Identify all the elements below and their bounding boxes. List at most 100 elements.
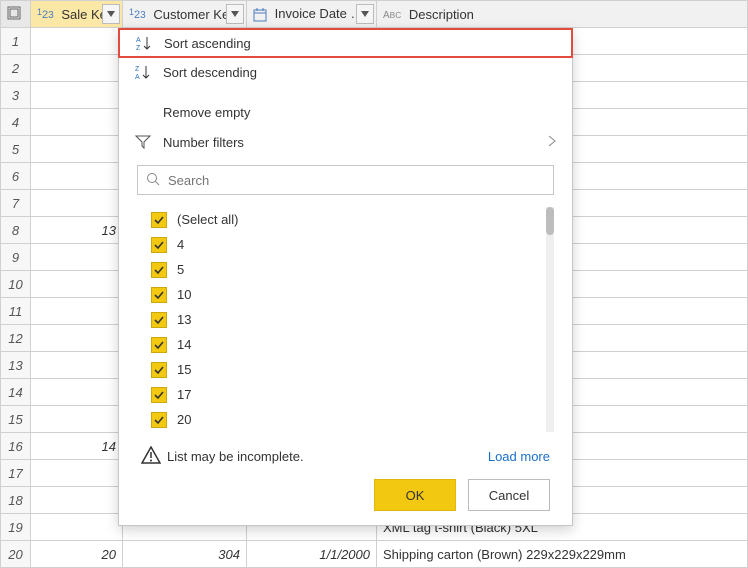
row-number: 18 — [1, 487, 31, 514]
cell-sale-key — [31, 244, 123, 271]
cell-sale-key: 20 — [31, 541, 123, 568]
filter-value-item[interactable]: 14 — [137, 332, 544, 357]
button-label: Cancel — [489, 488, 529, 503]
row-number: 17 — [1, 460, 31, 487]
svg-text:A: A — [136, 37, 141, 44]
select-all-corner[interactable] — [1, 1, 31, 28]
search-input[interactable] — [166, 172, 545, 189]
checkbox-checked[interactable] — [151, 287, 167, 303]
cell-sale-key — [31, 109, 123, 136]
ok-button[interactable]: OK — [374, 479, 456, 511]
column-header-customer-key[interactable]: 123 Customer Key — [123, 1, 247, 28]
row-number: 1 — [1, 28, 31, 55]
cell-sale-key — [31, 163, 123, 190]
column-label: Description — [409, 7, 474, 22]
chevron-right-icon — [548, 135, 556, 150]
filter-value-label: 15 — [177, 362, 191, 377]
column-filter-dropdown[interactable] — [226, 4, 244, 24]
cell-sale-key — [31, 325, 123, 352]
row-number: 13 — [1, 352, 31, 379]
row-number: 14 — [1, 379, 31, 406]
column-header-description[interactable]: ABC Description — [377, 1, 748, 28]
svg-text:Z: Z — [136, 45, 141, 51]
row-number: 6 — [1, 163, 31, 190]
column-filter-dropdown[interactable] — [102, 4, 120, 24]
filter-value-label: 4 — [177, 237, 184, 252]
remove-empty[interactable]: Remove empty — [119, 97, 572, 127]
cell-sale-key — [31, 271, 123, 298]
filter-value-label: (Select all) — [177, 212, 238, 227]
row-number: 9 — [1, 244, 31, 271]
search-icon — [146, 172, 160, 189]
scrollbar-thumb[interactable] — [546, 207, 554, 235]
filter-value-label: 5 — [177, 262, 184, 277]
cell-sale-key — [31, 406, 123, 433]
column-header-sale-key[interactable]: 123 Sale Key — [31, 1, 123, 28]
cell-sale-key — [31, 460, 123, 487]
filter-value-label: 10 — [177, 287, 191, 302]
menu-label: Number filters — [163, 135, 244, 150]
load-more-link[interactable]: Load more — [488, 449, 550, 464]
sort-desc-icon: ZA — [135, 64, 163, 80]
row-number: 2 — [1, 55, 31, 82]
filter-value-label: 17 — [177, 387, 191, 402]
cell-sale-key — [31, 28, 123, 55]
checkbox-checked[interactable] — [151, 312, 167, 328]
svg-text:Z: Z — [135, 66, 140, 73]
cell-invoice-date: 1/1/2000 — [247, 541, 377, 568]
number-type-icon: 123 — [37, 9, 54, 21]
cell-sale-key: 14 — [31, 433, 123, 460]
checkbox-checked[interactable] — [151, 412, 167, 428]
filter-icon — [135, 134, 163, 150]
cell-sale-key — [31, 352, 123, 379]
cell-sale-key — [31, 514, 123, 541]
cell-sale-key — [31, 136, 123, 163]
sort-descending[interactable]: ZA Sort descending — [119, 57, 572, 87]
cell-description: Shipping carton (Brown) 229x229x229mm — [377, 541, 748, 568]
column-filter-dropdown[interactable] — [356, 4, 374, 24]
cell-sale-key — [31, 379, 123, 406]
checkbox-checked[interactable] — [151, 362, 167, 378]
column-label: Customer Key — [153, 7, 235, 22]
checkbox-checked[interactable] — [151, 237, 167, 253]
filter-value-item[interactable]: 20 — [137, 407, 544, 432]
filter-value-item[interactable]: 5 — [137, 257, 544, 282]
row-number: 4 — [1, 109, 31, 136]
number-filters[interactable]: Number filters — [119, 127, 572, 157]
row-number: 7 — [1, 190, 31, 217]
checkbox-checked[interactable] — [151, 337, 167, 353]
filter-value-item[interactable]: (Select all) — [137, 207, 544, 232]
table-row[interactable]: 20203041/1/2000Shipping carton (Brown) 2… — [1, 541, 748, 568]
filter-value-item[interactable]: 10 — [137, 282, 544, 307]
row-number: 15 — [1, 406, 31, 433]
row-number: 3 — [1, 82, 31, 109]
row-number: 19 — [1, 514, 31, 541]
filter-value-label: 13 — [177, 312, 191, 327]
checkbox-checked[interactable] — [151, 387, 167, 403]
filter-value-item[interactable]: 17 — [137, 382, 544, 407]
cancel-button[interactable]: Cancel — [468, 479, 550, 511]
cell-sale-key — [31, 55, 123, 82]
filter-value-item[interactable]: 4 — [137, 232, 544, 257]
row-number: 20 — [1, 541, 31, 568]
row-number: 16 — [1, 433, 31, 460]
button-label: OK — [406, 488, 425, 503]
sort-ascending[interactable]: AZ Sort ascending — [118, 28, 573, 58]
column-header-invoice-date-key[interactable]: Invoice Date Key — [247, 1, 377, 28]
checkbox-checked[interactable] — [151, 262, 167, 278]
row-number: 5 — [1, 136, 31, 163]
filter-value-item[interactable]: 15 — [137, 357, 544, 382]
scrollbar[interactable] — [546, 207, 554, 432]
number-type-icon: 123 — [129, 9, 146, 21]
row-number: 8 — [1, 217, 31, 244]
incomplete-message: List may be incomplete. — [167, 449, 304, 464]
menu-label: Remove empty — [163, 105, 556, 120]
filter-search[interactable] — [137, 165, 554, 195]
filter-value-item[interactable]: 13 — [137, 307, 544, 332]
warning-icon — [141, 446, 161, 467]
row-number: 11 — [1, 298, 31, 325]
cell-sale-key — [31, 190, 123, 217]
checkbox-checked[interactable] — [151, 212, 167, 228]
cell-sale-key — [31, 82, 123, 109]
row-number: 10 — [1, 271, 31, 298]
